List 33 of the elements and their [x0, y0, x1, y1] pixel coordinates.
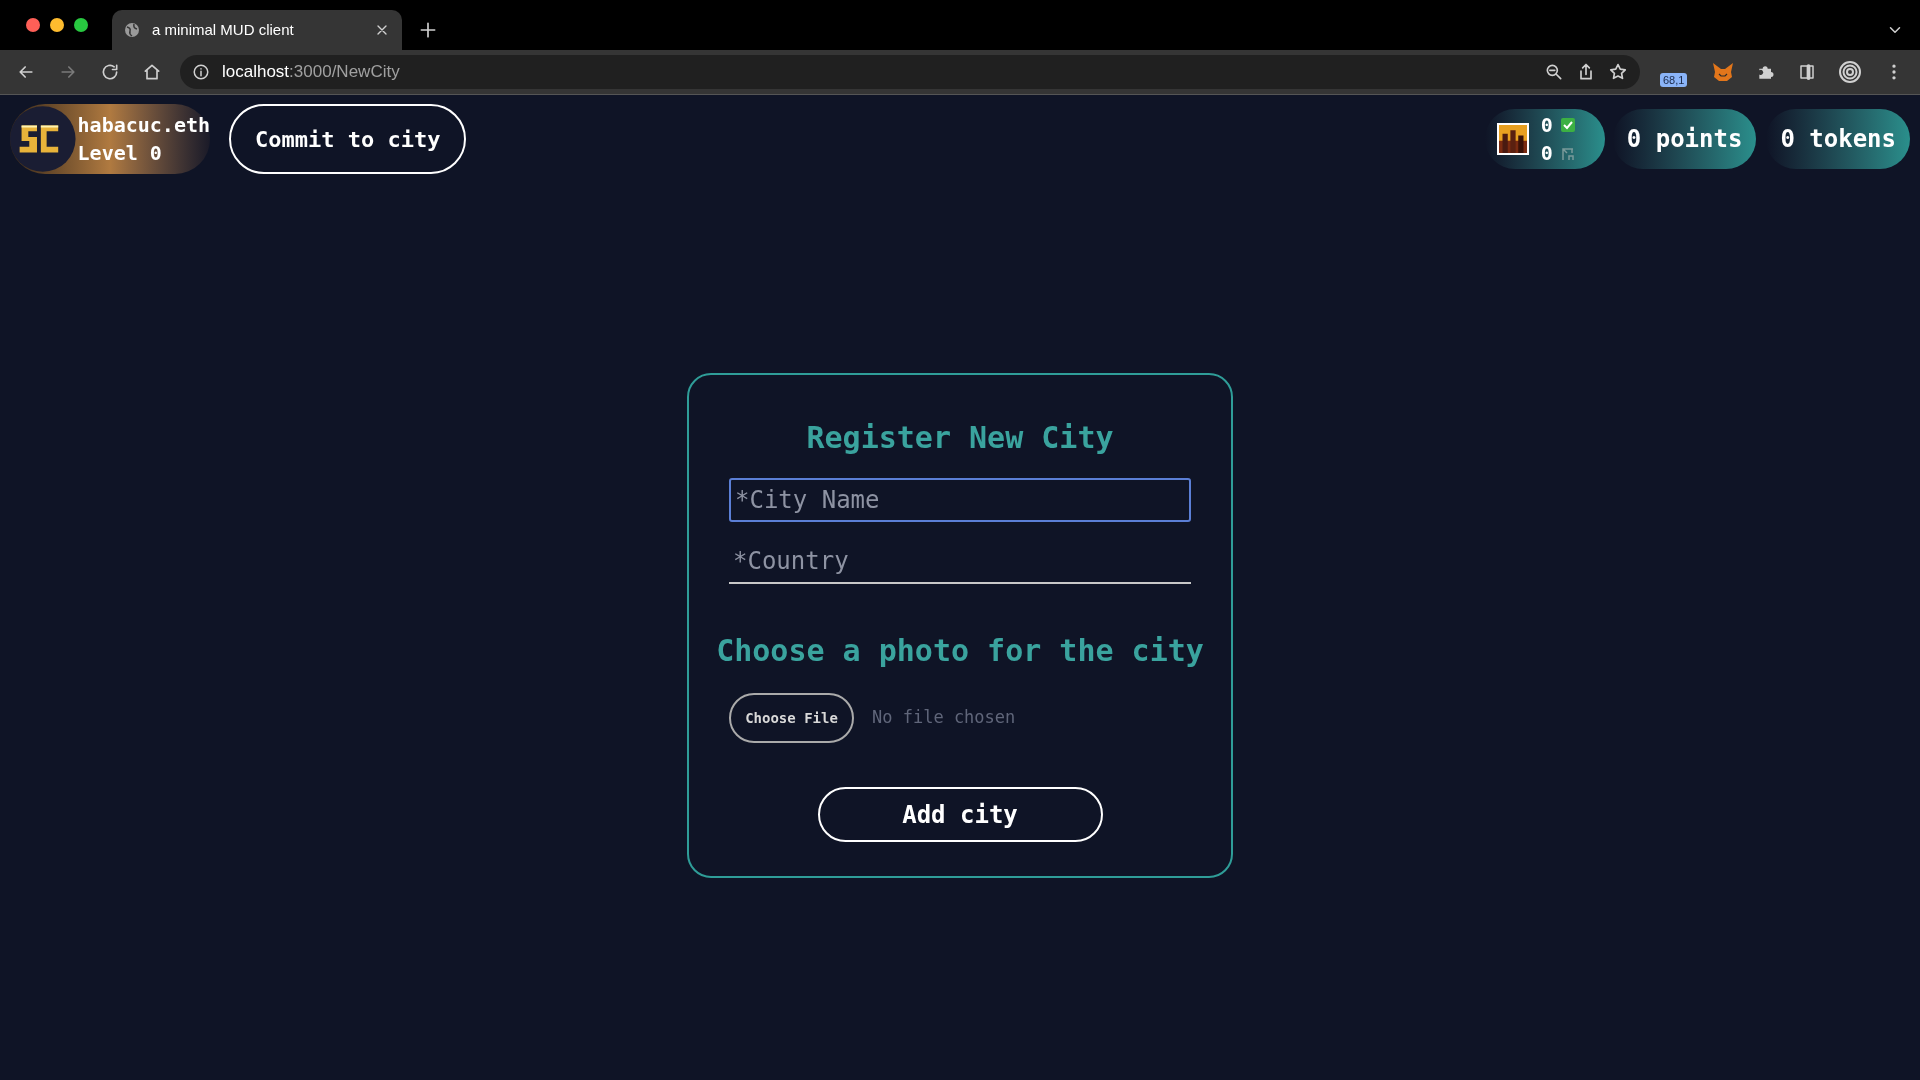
zoom-out-icon[interactable] [1544, 62, 1564, 82]
reload-icon[interactable] [100, 62, 120, 82]
user-badge[interactable]: habacuc.eth Level 0 [10, 104, 210, 174]
home-icon[interactable] [142, 62, 162, 82]
profile-rings-icon[interactable] [1838, 60, 1862, 84]
new-tab-icon[interactable] [418, 20, 438, 40]
confirmed-count: 0 [1540, 112, 1553, 139]
fox-icon[interactable] [1712, 62, 1734, 82]
extension-badge[interactable]: 68,1 [1660, 73, 1688, 87]
close-window-icon[interactable] [26, 18, 40, 32]
minimize-window-icon[interactable] [50, 18, 64, 32]
info-icon[interactable] [192, 63, 210, 81]
browser-tab[interactable]: a minimal MUD client [112, 10, 402, 50]
globe-icon [124, 22, 140, 38]
tab-title: a minimal MUD client [152, 19, 295, 40]
photo-heading: Choose a photo for the city [716, 632, 1204, 670]
commit-to-city-button[interactable]: Commit to city [229, 104, 467, 174]
url-text: localhost:3000/NewCity [222, 61, 400, 84]
city-name-field[interactable]: *City Name [729, 478, 1191, 522]
add-city-button[interactable]: Add city [817, 787, 1103, 842]
user-name: habacuc.eth [77, 112, 210, 139]
bookmark-star-icon[interactable] [1608, 62, 1628, 82]
check-icon [1560, 118, 1575, 132]
country-field[interactable]: *Country [729, 540, 1191, 584]
user-level: Level 0 [77, 140, 163, 167]
choose-file-button[interactable]: Choose File [729, 693, 854, 743]
file-status: No file chosen [872, 706, 1016, 730]
zoom-window-icon[interactable] [74, 18, 88, 32]
logo-icon [10, 105, 76, 173]
address-bar[interactable]: localhost:3000/NewCity [180, 55, 1640, 89]
pending-count: 0 [1540, 140, 1553, 167]
form-title: Register New City [806, 419, 1114, 457]
side-panel-icon[interactable] [1798, 63, 1816, 81]
